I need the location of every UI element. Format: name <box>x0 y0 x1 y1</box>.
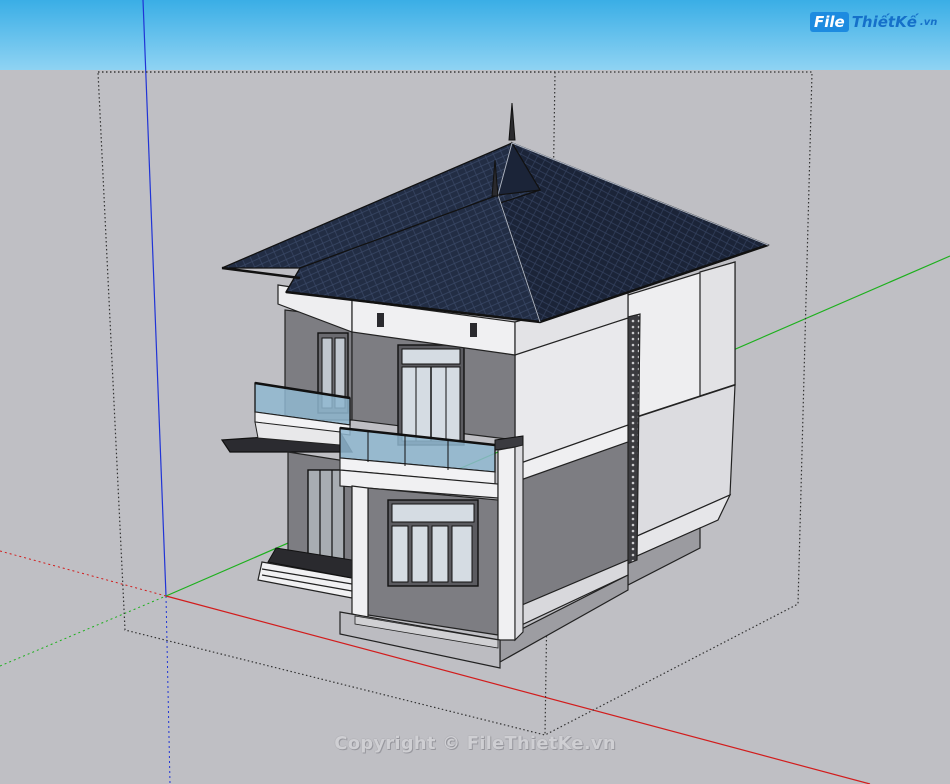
copyright-watermark: Copyright © FileThietKe.vn <box>334 733 616 754</box>
sky-background <box>0 0 950 70</box>
sketchup-viewport[interactable]: File ThiếtKế .vn Copyright © FileThietKe… <box>0 0 950 784</box>
logo-box: File <box>810 12 849 32</box>
filethietke-logo: File ThiếtKế .vn <box>810 12 937 32</box>
logo-text: ThiếtKế <box>851 13 917 31</box>
model-scene[interactable] <box>0 0 950 784</box>
logo-suffix: .vn <box>919 16 938 28</box>
